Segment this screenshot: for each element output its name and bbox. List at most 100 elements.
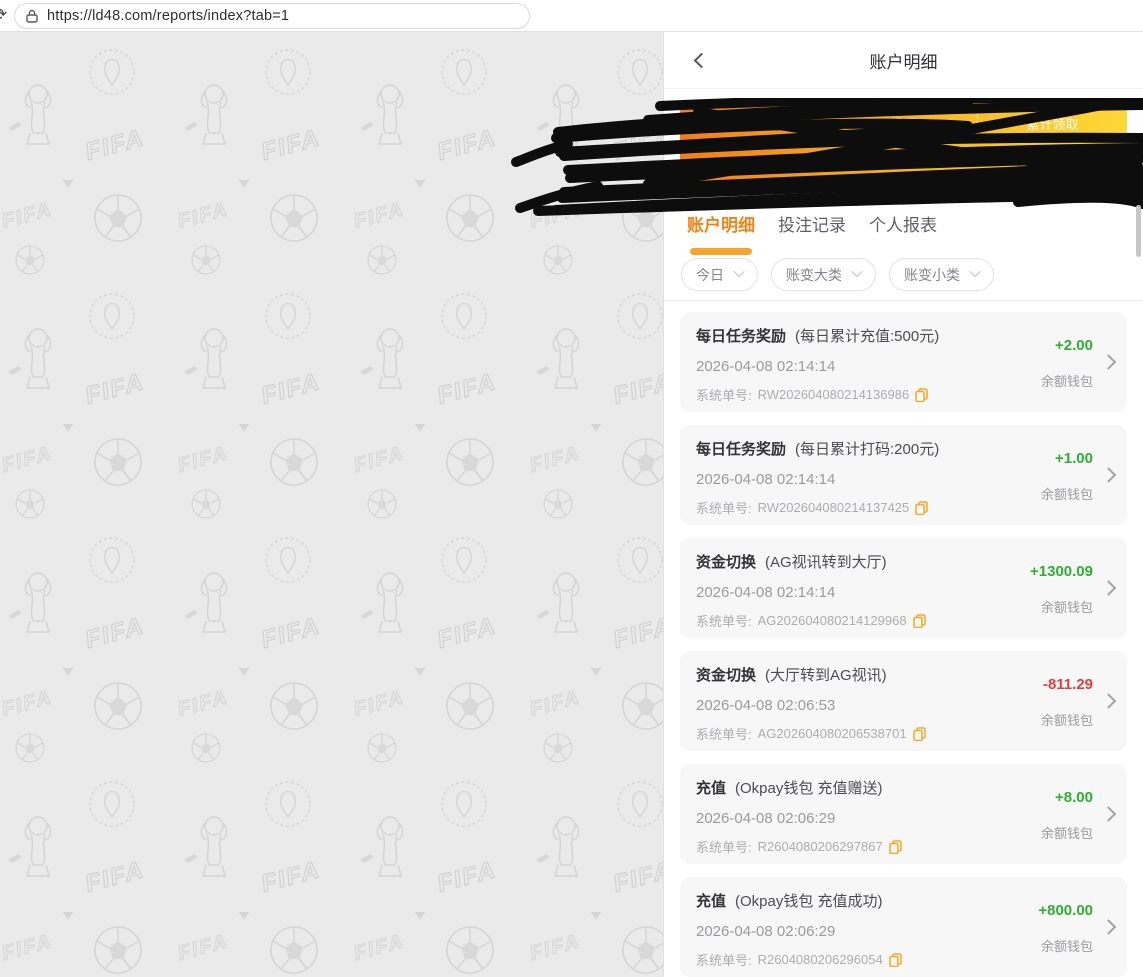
order-label: 系统单号:: [696, 837, 752, 856]
order-number: AG202604080206538701: [758, 726, 907, 741]
chevron-right-icon[interactable]: [1101, 806, 1117, 822]
wallet-label: 余额钱包: [1041, 597, 1093, 616]
amount: -811.29: [1043, 676, 1093, 693]
filter-dropdown[interactable]: 账变小类: [889, 258, 994, 291]
order-label: 系统单号:: [696, 611, 752, 630]
transaction-datetime: 2026-04-08 02:14:14: [696, 584, 985, 601]
amount: +1.00: [1055, 450, 1093, 467]
transaction-type: 资金切换: [696, 664, 756, 685]
copy-icon[interactable]: [889, 953, 902, 967]
transaction-subtitle: (AG视讯转到大厅): [765, 551, 887, 572]
account-detail-panel: 账户明细 提现 累计领取 账户明细 投注记录 个人报表 今日: [663, 32, 1143, 977]
transaction-datetime: 2026-04-08 02:14:14: [696, 358, 985, 375]
order-number: AG202604080214129968: [758, 613, 907, 628]
summary-col-claimed: 累计领取: [978, 114, 1127, 133]
transaction-info: 充值 (Okpay钱包 充值成功) 2026-04-08 02:06:29 系统…: [696, 890, 985, 977]
url-text: https://ld48.com/reports/index?tab=1: [47, 8, 289, 24]
filter-bar: 今日 账变大类 账变小类: [664, 258, 1143, 301]
tab-label: 个人报表: [869, 216, 937, 235]
chevron-right-icon[interactable]: [1101, 919, 1117, 935]
transaction-amount-block: +800.00 余额钱包: [985, 890, 1093, 977]
transaction-amount-block: +1300.09 余额钱包: [985, 551, 1093, 638]
tab[interactable]: 投注记录: [778, 211, 846, 258]
transaction-subtitle: (大厅转到AG视讯): [765, 664, 887, 685]
transaction-type: 资金切换: [696, 551, 756, 572]
scrollbar-thumb[interactable]: [1136, 205, 1141, 257]
copy-icon[interactable]: [913, 727, 926, 741]
active-tab-underline: [690, 248, 752, 255]
transaction-subtitle: (Okpay钱包 充值赠送): [735, 777, 883, 798]
copy-icon[interactable]: [913, 614, 926, 628]
transaction-amount-block: +8.00 余额钱包: [985, 777, 1093, 864]
url-field[interactable]: https://ld48.com/reports/index?tab=1: [14, 3, 530, 29]
filter-label: 账变小类: [904, 265, 960, 285]
transaction-card[interactable]: 每日任务奖励 (每日累计打码:200元) 2026-04-08 02:14:14…: [680, 425, 1127, 525]
order-number: R2604080206297867: [758, 839, 883, 854]
transaction-info: 资金切换 (AG视讯转到大厅) 2026-04-08 02:14:14 系统单号…: [696, 551, 985, 638]
wallet-label: 余额钱包: [1041, 710, 1093, 729]
order-number: R2604080206296054: [758, 952, 883, 967]
lock-icon: [26, 9, 38, 23]
transaction-subtitle: (每日累计打码:200元): [795, 438, 939, 459]
transaction-list: 每日任务奖励 (每日累计充值:500元) 2026-04-08 02:14:14…: [664, 301, 1143, 977]
transaction-amount-block: +2.00 余额钱包: [985, 325, 1093, 412]
order-number: RW202604080214136986: [758, 387, 910, 402]
transaction-subtitle: (Okpay钱包 充值成功): [735, 890, 883, 911]
summary-col-withdraw: 提现: [829, 114, 978, 133]
transaction-info: 充值 (Okpay钱包 充值赠送) 2026-04-08 02:06:29 系统…: [696, 777, 985, 864]
transaction-amount-block: -811.29 余额钱包: [985, 664, 1093, 751]
transaction-info: 每日任务奖励 (每日累计充值:500元) 2026-04-08 02:14:14…: [696, 325, 985, 412]
wallet-label: 余额钱包: [1041, 936, 1093, 955]
chevron-right-icon[interactable]: [1101, 467, 1117, 483]
chevron-right-icon[interactable]: [1101, 580, 1117, 596]
transaction-subtitle: (每日累计充值:500元): [795, 325, 939, 346]
reload-icon[interactable]: ⟳: [0, 5, 7, 25]
amount: +2.00: [1055, 337, 1093, 354]
summary-col-1: [680, 114, 829, 133]
copy-icon[interactable]: [889, 840, 902, 854]
card-divider: [829, 114, 830, 131]
back-button[interactable]: [686, 47, 712, 73]
transaction-datetime: 2026-04-08 02:14:14: [696, 471, 985, 488]
chevron-right-icon[interactable]: [1101, 354, 1117, 370]
chevron-left-icon: [693, 52, 709, 68]
transaction-type: 每日任务奖励: [696, 325, 786, 346]
transaction-card[interactable]: 充值 (Okpay钱包 充值赠送) 2026-04-08 02:06:29 系统…: [680, 764, 1127, 864]
amount: +8.00: [1055, 789, 1093, 806]
transaction-card[interactable]: 充值 (Okpay钱包 充值成功) 2026-04-08 02:06:29 系统…: [680, 877, 1127, 977]
transaction-type: 充值: [696, 890, 726, 911]
order-label: 系统单号:: [696, 385, 752, 404]
chevron-down-icon: [733, 266, 744, 277]
page: FIFA FIFA: [0, 0, 1143, 977]
transaction-card[interactable]: 资金切换 (AG视讯转到大厅) 2026-04-08 02:14:14 系统单号…: [680, 538, 1127, 638]
transaction-datetime: 2026-04-08 02:06:53: [696, 697, 985, 714]
chevron-down-icon: [969, 266, 980, 277]
page-title: 账户明细: [870, 48, 938, 73]
report-tabs: 账户明细 投注记录 个人报表: [664, 198, 1143, 258]
filter-dropdown[interactable]: 今日: [681, 258, 758, 291]
amount: +1300.09: [1030, 563, 1093, 580]
transaction-datetime: 2026-04-08 02:06:29: [696, 810, 985, 827]
balance-summary-card: 提现 累计领取: [680, 103, 1127, 188]
filter-label: 账变大类: [786, 265, 842, 285]
transaction-card[interactable]: 资金切换 (大厅转到AG视讯) 2026-04-08 02:06:53 系统单号…: [680, 651, 1127, 751]
tab[interactable]: 账户明细: [687, 211, 755, 258]
filter-dropdown[interactable]: 账变大类: [771, 258, 876, 291]
order-label: 系统单号:: [696, 950, 752, 969]
transaction-type: 充值: [696, 777, 726, 798]
transaction-info: 资金切换 (大厅转到AG视讯) 2026-04-08 02:06:53 系统单号…: [696, 664, 985, 751]
order-number: RW202604080214137425: [758, 500, 910, 515]
chevron-down-icon: [851, 266, 862, 277]
transaction-card[interactable]: 每日任务奖励 (每日累计充值:500元) 2026-04-08 02:14:14…: [680, 312, 1127, 412]
tab[interactable]: 个人报表: [869, 211, 937, 258]
amount: +800.00: [1038, 902, 1093, 919]
panel-header: 账户明细: [664, 32, 1143, 89]
summary-section: 提现 累计领取: [664, 89, 1143, 198]
copy-icon[interactable]: [915, 388, 928, 402]
wallet-label: 余额钱包: [1041, 484, 1093, 503]
copy-icon[interactable]: [915, 501, 928, 515]
chevron-right-icon[interactable]: [1101, 693, 1117, 709]
tab-label: 投注记录: [778, 216, 846, 235]
transaction-info: 每日任务奖励 (每日累计打码:200元) 2026-04-08 02:14:14…: [696, 438, 985, 525]
transaction-type: 每日任务奖励: [696, 438, 786, 459]
